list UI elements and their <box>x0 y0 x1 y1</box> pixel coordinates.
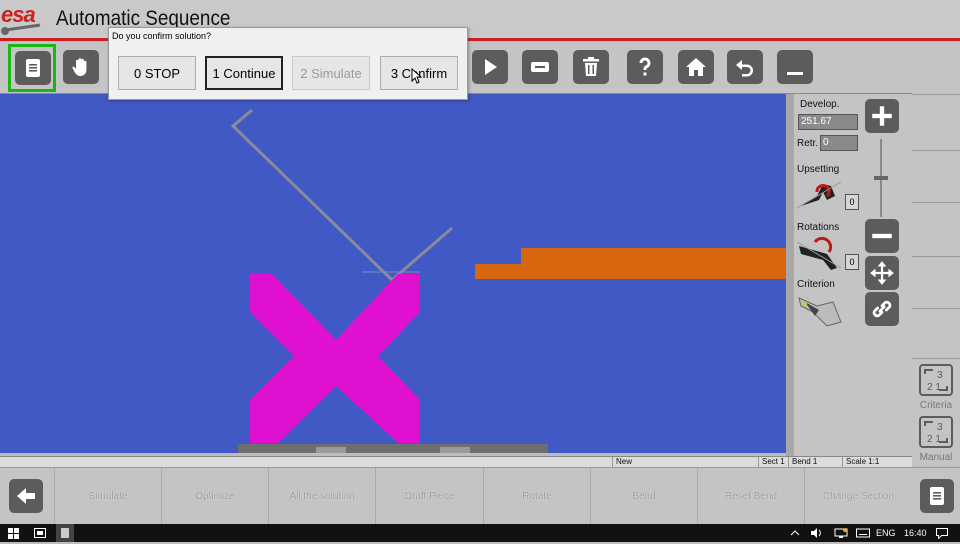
zoom-slider-thumb[interactable] <box>874 176 888 180</box>
network-icon[interactable] <box>834 528 848 538</box>
document-icon[interactable] <box>15 51 51 85</box>
optimize-button[interactable]: Optimize <box>161 468 268 525</box>
magenta-tool <box>250 274 420 443</box>
status-bar: New Sect 1 Bend 1 Scale 1:1 <box>0 456 912 468</box>
bend-scene <box>230 108 786 453</box>
confirm-solution-dialog: Do you confirm solution? 0 STOP 1 Contin… <box>108 27 468 100</box>
windows-taskbar: ENG 16:40 <box>0 524 960 542</box>
keyboard-icon[interactable] <box>856 528 870 538</box>
all-solution-button[interactable]: All the solution <box>268 468 375 525</box>
link-button[interactable] <box>865 292 899 326</box>
hand-icon[interactable] <box>63 50 99 84</box>
draft-piece-button[interactable]: Draft Piece <box>375 468 483 525</box>
bend-button[interactable]: Bend <box>590 468 697 525</box>
stop-button[interactable]: 0 STOP <box>118 56 196 90</box>
back-arrow-icon <box>17 488 35 504</box>
simulate-button[interactable]: Simulate <box>54 468 161 525</box>
speaker-icon[interactable] <box>810 528 822 538</box>
notifications-icon[interactable] <box>936 528 948 539</box>
rotate-button[interactable]: Rotate <box>483 468 590 525</box>
windows-start-icon[interactable] <box>8 528 19 539</box>
trash-icon[interactable] <box>573 50 609 84</box>
svg-text:3: 3 <box>937 422 943 433</box>
svg-text:2 1: 2 1 <box>927 382 941 393</box>
retr-label: Retr. <box>797 138 819 149</box>
change-section-button[interactable]: Change Section <box>804 468 912 525</box>
dialog-title: Do you confirm solution? <box>112 31 212 41</box>
esa-app-icon <box>61 528 69 538</box>
taskbar-app-esa[interactable] <box>56 524 74 542</box>
simulation-canvas[interactable] <box>0 94 786 453</box>
canvas-splitter[interactable] <box>786 94 794 459</box>
back-button[interactable] <box>9 479 43 513</box>
move-arrows-icon <box>870 261 894 285</box>
criteria-label: Criteria <box>919 400 953 411</box>
criteria-sequence-icon[interactable]: 2 13 <box>919 364 953 396</box>
svg-text:2 1: 2 1 <box>927 434 941 445</box>
bottom-action-bar: Simulate Optimize All the solution Draft… <box>0 467 960 525</box>
criterion-label: Criterion <box>797 279 835 290</box>
develop-label: Develop. <box>800 99 840 110</box>
zoom-out-button[interactable] <box>865 219 899 253</box>
chevron-up-icon[interactable] <box>790 528 800 538</box>
rotations-label: Rotations <box>797 222 840 233</box>
document-list-icon <box>930 487 944 505</box>
document-button-selected[interactable] <box>8 44 56 92</box>
home-icon[interactable] <box>678 50 714 84</box>
retr-field[interactable]: 0 <box>820 135 858 151</box>
undo-icon[interactable] <box>727 50 763 84</box>
orange-part <box>475 248 786 279</box>
plus-icon <box>872 106 892 126</box>
clock[interactable]: 16:40 <box>904 527 927 539</box>
pan-button[interactable] <box>865 256 899 290</box>
esa-logo: esa <box>0 2 44 36</box>
help-icon[interactable] <box>627 50 663 84</box>
list-button[interactable] <box>920 479 954 513</box>
sheet-profile <box>230 108 453 283</box>
criterion-icon[interactable] <box>797 292 843 328</box>
develop-field[interactable]: 251.67 <box>798 114 858 130</box>
manual-label: Manual <box>919 452 953 463</box>
upsetting-value[interactable]: 0 <box>845 194 859 210</box>
svg-text:3: 3 <box>937 370 943 381</box>
upsetting-icon[interactable] <box>797 178 843 210</box>
manual-sequence-icon[interactable]: 2 13 <box>919 416 953 448</box>
minus-icon <box>872 233 892 239</box>
mouse-cursor-icon <box>411 68 423 84</box>
rotations-value[interactable]: 0 <box>845 254 859 270</box>
simulate-dialog-button[interactable]: 2 Simulate <box>292 56 370 90</box>
properties-panel: Develop. 251.67 Retr. 0 Upsetting 0 Rota… <box>794 94 912 459</box>
play-icon[interactable] <box>472 50 508 84</box>
zoom-in-button[interactable] <box>865 99 899 133</box>
task-view-icon[interactable] <box>34 528 46 538</box>
link-icon <box>872 300 892 318</box>
minimize-icon[interactable] <box>777 50 813 84</box>
upsetting-label: Upsetting <box>797 164 840 175</box>
minus-card-icon[interactable] <box>522 50 558 84</box>
language-indicator[interactable]: ENG <box>876 527 896 539</box>
rotations-icon[interactable] <box>797 236 843 270</box>
continue-button[interactable]: 1 Continue <box>205 56 283 90</box>
right-column: 2 13 Criteria 2 13 Manual <box>912 42 960 466</box>
die-base <box>238 444 548 453</box>
reset-bend-button[interactable]: Reset Bend <box>697 468 804 525</box>
